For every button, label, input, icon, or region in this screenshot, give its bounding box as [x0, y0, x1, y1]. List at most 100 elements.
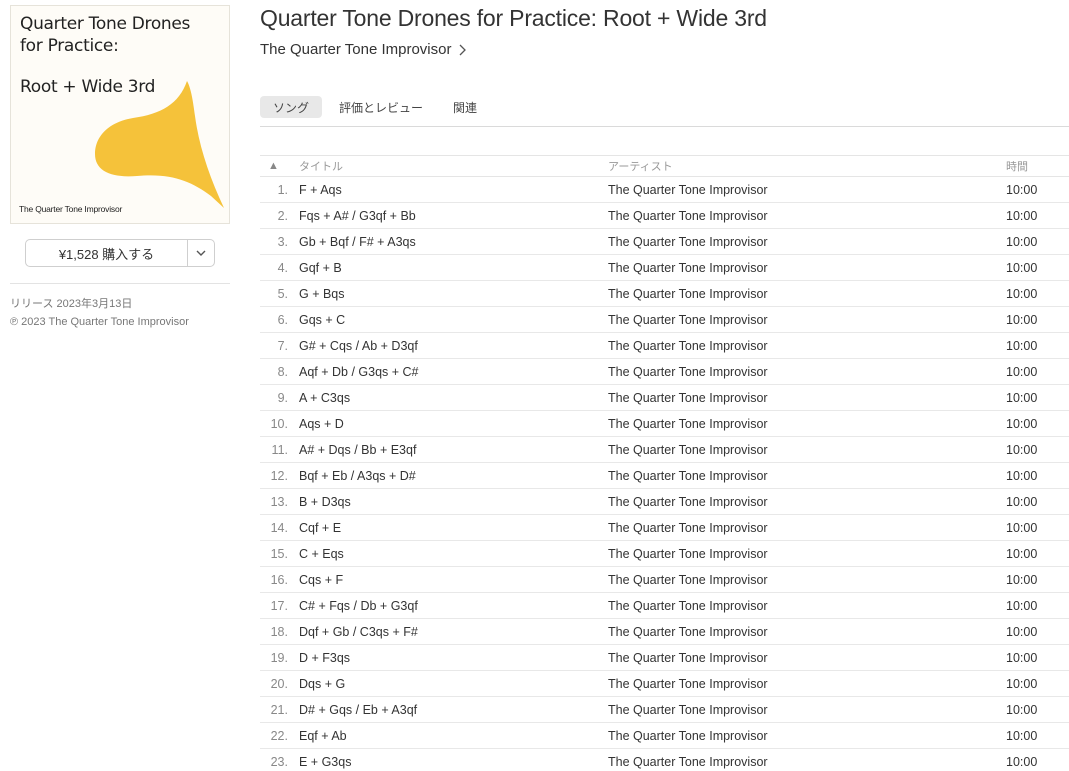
table-row[interactable]: 23. E + G3qs The Quarter Tone Improvisor 10… [260, 749, 1069, 771]
track-title: Gqs + C [299, 312, 346, 327]
table-row[interactable]: 21. D# + Gqs / Eb + A3qf The Quarter Tone … [260, 697, 1069, 723]
track-title: G + Bqs [299, 286, 345, 301]
track-title: C + Eqs [299, 546, 344, 561]
track-title: Gb + Bqf / F# + A3qs [299, 234, 416, 249]
column-header-artist[interactable]: アーティスト [608, 158, 1006, 174]
table-row[interactable]: 16. Cqs + F The Quarter Tone Improvisor 10:… [260, 567, 1069, 593]
copyright: ℗ 2023 The Quarter Tone Improvisor [10, 316, 189, 328]
table-row[interactable]: 22. Eqf + Ab The Quarter Tone Improvisor 10… [260, 723, 1069, 749]
column-header-title[interactable]: タイトル [299, 158, 608, 174]
album-artwork[interactable]: Quarter Tone Drones for Practice: Root +… [10, 5, 230, 224]
track-duration: 10:00 [1006, 546, 1038, 561]
table-row[interactable]: 17. C# + Fqs / Db + G3qf The Quarter Tone … [260, 593, 1069, 619]
buy-button[interactable]: ¥1,528 購入する [26, 240, 188, 266]
track-artist: The Quarter Tone Improvisor [608, 286, 768, 301]
buy-options-button[interactable] [188, 240, 214, 266]
track-duration: 10:00 [1006, 286, 1038, 301]
track-artist: The Quarter Tone Improvisor [608, 338, 768, 353]
track-artist: The Quarter Tone Improvisor [608, 728, 768, 743]
track-artist: The Quarter Tone Improvisor [608, 624, 768, 639]
table-row[interactable]: 19. D + F3qs The Quarter Tone Improvisor 10… [260, 645, 1069, 671]
track-number: 1. [277, 182, 288, 197]
table-row[interactable]: 7. G# + Cqs / Ab + D3qf The Quarter Tone I… [260, 333, 1069, 359]
track-title: A# + Dqs / Bb + E3qf [299, 442, 417, 457]
table-row[interactable]: 13. B + D3qs The Quarter Tone Improvisor 10… [260, 489, 1069, 515]
table-row[interactable]: 2. Fqs + A# / G3qf + Bb The Quarter Tone I… [260, 203, 1069, 229]
track-artist: The Quarter Tone Improvisor [608, 364, 768, 379]
album-title: Quarter Tone Drones for Practice: Root +… [260, 5, 767, 31]
track-title: Cqs + F [299, 572, 344, 587]
artwork-artist: The Quarter Tone Improvisor [19, 204, 123, 214]
track-artist: The Quarter Tone Improvisor [608, 468, 768, 483]
table-row[interactable]: 4. Gqf + B The Quarter Tone Improvisor 10:0… [260, 255, 1069, 281]
table-row[interactable]: 20. Dqs + G The Quarter Tone Improvisor 10:… [260, 671, 1069, 697]
table-row[interactable]: 6. Gqs + C The Quarter Tone Improvisor 10:0… [260, 307, 1069, 333]
track-duration: 10:00 [1006, 520, 1038, 535]
track-number: 8. [277, 364, 288, 379]
table-row[interactable]: 8. Aqf + Db / G3qs + C# The Quarter Tone I… [260, 359, 1069, 385]
track-number: 12. [270, 468, 288, 483]
table-row[interactable]: 1. F + Aqs The Quarter Tone Improvisor 10:0… [260, 177, 1069, 203]
table-row[interactable]: 18. Dqf + Gb / C3qs + F# The Quarter Tone … [260, 619, 1069, 645]
track-number: 19. [270, 650, 288, 665]
table-row[interactable]: 12. Bqf + Eb / A3qs + D# The Quarter Tone … [260, 463, 1069, 489]
track-number: 18. [270, 624, 288, 639]
track-list: ▲ タイトル アーティスト 時間 1. F + Aqs The Quarter To… [260, 155, 1069, 771]
column-header-time[interactable]: 時間 [1006, 158, 1069, 174]
track-number: 16. [270, 572, 288, 587]
track-number: 9. [277, 390, 288, 405]
track-title: A + C3qs [299, 390, 351, 405]
track-title: C# + Fqs / Db + G3qf [299, 598, 418, 613]
track-artist: The Quarter Tone Improvisor [608, 676, 768, 691]
track-title: D# + Gqs / Eb + A3qf [299, 702, 418, 717]
tab-bar: ソング 評価とレビュー 関連 [260, 96, 494, 118]
chevron-right-icon [460, 44, 467, 55]
track-number: 21. [270, 702, 288, 717]
track-number: 3. [277, 234, 288, 249]
track-duration: 10:00 [1006, 598, 1038, 613]
track-duration: 10:00 [1006, 650, 1038, 665]
track-artist: The Quarter Tone Improvisor [608, 754, 768, 769]
track-duration: 10:00 [1006, 416, 1038, 431]
track-artist: The Quarter Tone Improvisor [608, 520, 768, 535]
tab-songs[interactable]: ソング [260, 96, 323, 118]
artwork-subtitle: Root + Wide 3rd [20, 77, 156, 97]
track-artist: The Quarter Tone Improvisor [608, 442, 768, 457]
track-title: Eqf + Ab [299, 728, 347, 743]
table-row[interactable]: 9. A + C3qs The Quarter Tone Improvisor 10:… [260, 385, 1069, 411]
track-number: 5. [277, 286, 288, 301]
track-title: Aqf + Db / G3qs + C# [299, 364, 419, 379]
track-duration: 10:00 [1006, 442, 1038, 457]
track-artist: The Quarter Tone Improvisor [608, 572, 768, 587]
table-row[interactable]: 11. A# + Dqs / Bb + E3qf The Quarter Tone … [260, 437, 1069, 463]
track-title: Gqf + B [299, 260, 342, 275]
buy-control: ¥1,528 購入する [25, 239, 215, 267]
table-row[interactable]: 15. C + Eqs The Quarter Tone Improvisor 10:… [260, 541, 1069, 567]
track-duration: 10:00 [1006, 260, 1038, 275]
track-duration: 10:00 [1006, 234, 1038, 249]
table-row[interactable]: 10. Aqs + D The Quarter Tone Improvisor 10:… [260, 411, 1069, 437]
divider [10, 283, 230, 284]
track-title: E + G3qs [299, 754, 352, 769]
table-row[interactable]: 5. G + Bqs The Quarter Tone Improvisor 10:0… [260, 281, 1069, 307]
album-artist-link[interactable]: The Quarter Tone Improvisor [260, 41, 467, 58]
tab-reviews[interactable]: 評価とレビュー [326, 96, 436, 118]
track-number: 14. [270, 520, 288, 535]
track-number: 20. [270, 676, 288, 691]
artwork-title-line1: Quarter Tone Drones [20, 14, 191, 34]
track-artist: The Quarter Tone Improvisor [608, 390, 768, 405]
track-duration: 10:00 [1006, 312, 1038, 327]
track-artist: The Quarter Tone Improvisor [608, 650, 768, 665]
track-title: Dqs + G [299, 676, 346, 691]
tab-related[interactable]: 関連 [440, 96, 490, 118]
track-number: 23. [270, 754, 288, 769]
track-number: 11. [271, 442, 288, 457]
track-title: Cqf + E [299, 520, 342, 535]
table-row[interactable]: 3. Gb + Bqf / F# + A3qs The Quarter Tone I… [260, 229, 1069, 255]
track-artist: The Quarter Tone Improvisor [608, 208, 768, 223]
table-row[interactable]: 14. Cqf + E The Quarter Tone Improvisor 10:… [260, 515, 1069, 541]
sort-indicator[interactable]: ▲ [260, 160, 299, 172]
track-number: 4. [277, 260, 288, 275]
track-artist: The Quarter Tone Improvisor [608, 312, 768, 327]
track-title: D + F3qs [299, 650, 351, 665]
